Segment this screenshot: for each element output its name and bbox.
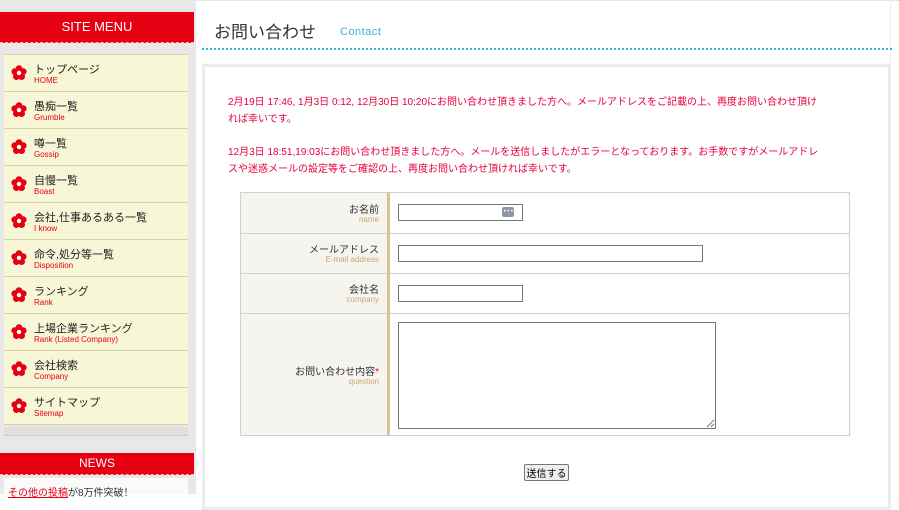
title-underline bbox=[202, 48, 892, 50]
sidebar: SITE MENU トップページ HOME 愚痴一覧 Grumble 噂一覧 Gossip… bbox=[0, 0, 196, 499]
question-label-cell: お問い合わせ内容* question bbox=[241, 314, 390, 435]
sidebar-item-label: トップページ bbox=[34, 64, 100, 76]
sidebar-item-label: ランキング bbox=[34, 286, 89, 298]
red-flower-icon bbox=[11, 213, 27, 228]
notice-2-line-1: 12月3日 18:51,19:03にお問い合わせ頂きました方へ。メールを送信しま… bbox=[228, 147, 819, 158]
question-label: お問い合わせ内容* bbox=[295, 363, 379, 378]
page-title: お問い合わせ bbox=[214, 23, 316, 42]
sidebar-item-label: 愚痴一覧 bbox=[34, 101, 78, 113]
sidebar-item-label: 自慢一覧 bbox=[34, 175, 78, 187]
email-input[interactable] bbox=[398, 245, 703, 262]
notice-2: 12月3日 18:51,19:03にお問い合わせ頂きました方へ。メールを送信しま… bbox=[228, 144, 818, 178]
autofill-key-icon[interactable] bbox=[502, 207, 514, 217]
red-flower-icon bbox=[11, 398, 27, 413]
sidebar-item-sublabel: Boast bbox=[34, 187, 55, 196]
notice-1-line-1: 2月19日 17:46, 1月3日 0:12, 12月30日 10:20にお問い… bbox=[228, 97, 818, 108]
company-input[interactable] bbox=[398, 285, 523, 302]
sidebar-item-label: 会社,仕事あるある一覧 bbox=[34, 212, 148, 224]
name-label: お名前 bbox=[349, 205, 379, 216]
email-label-cell: メールアドレス E-mail address bbox=[241, 234, 390, 273]
sidebar-item-sublabel: HOME bbox=[34, 76, 58, 85]
question-textarea[interactable] bbox=[398, 322, 716, 429]
sidebar-item-sitemap[interactable]: サイトマップ Sitemap bbox=[4, 388, 188, 425]
site-menu-list: トップページ HOME 愚痴一覧 Grumble 噂一覧 Gossip 自慢一覧 Boast 会… bbox=[4, 54, 188, 425]
notice-1-line-2: れば幸いです。 bbox=[228, 114, 297, 125]
sidebar-item-home[interactable]: トップページ HOME bbox=[4, 55, 188, 92]
sidebar-item-sublabel: Company bbox=[34, 372, 69, 381]
page-title-english: Contact bbox=[340, 26, 382, 38]
name-label-en: name bbox=[358, 215, 379, 224]
sidebar-item-sublabel: Rank (Listed Company) bbox=[34, 335, 119, 344]
red-flower-icon bbox=[11, 324, 27, 339]
question-label-en: question bbox=[348, 377, 379, 386]
sidebar-item-sublabel: I know bbox=[34, 224, 58, 233]
red-flower-icon bbox=[11, 287, 27, 302]
red-flower-icon bbox=[11, 250, 27, 265]
email-label: メールアドレス bbox=[309, 245, 379, 256]
sidebar-item-disposition[interactable]: 命令,処分等一覧 Disposition bbox=[4, 240, 188, 277]
red-flower-icon bbox=[11, 139, 27, 154]
sidebar-item-company[interactable]: 会社検索 Company bbox=[4, 351, 188, 388]
sidebar-item-sublabel: Grumble bbox=[34, 113, 65, 122]
sidebar-item-label: 会社検索 bbox=[34, 360, 78, 372]
sidebar-item-sublabel: Gossip bbox=[34, 150, 59, 159]
company-label: 会社名 bbox=[349, 285, 379, 296]
sidebar-item-rank-listed-company[interactable]: 上場企業ランキング Rank (Listed Company) bbox=[4, 314, 188, 351]
email-label-en: E-mail address bbox=[325, 255, 379, 264]
sidebar-item-sublabel: Rank bbox=[34, 298, 53, 307]
sidebar-item-grumble[interactable]: 愚痴一覧 Grumble bbox=[4, 92, 188, 129]
sidebar-item-sublabel: Disposition bbox=[34, 261, 74, 270]
sidebar-item-boast[interactable]: 自慢一覧 Boast bbox=[4, 166, 188, 203]
red-flower-icon bbox=[11, 361, 27, 376]
name-label-cell: お名前 name bbox=[241, 193, 390, 233]
red-flower-icon bbox=[11, 102, 27, 117]
notice-1: 2月19日 17:46, 1月3日 0:12, 12月30日 10:20にお問い… bbox=[228, 94, 817, 128]
submit-button[interactable]: 送信する bbox=[524, 464, 569, 481]
sidebar-item-i-know[interactable]: 会社,仕事あるある一覧 I know bbox=[4, 203, 188, 240]
sidebar-item-gossip[interactable]: 噂一覧 Gossip bbox=[4, 129, 188, 166]
company-label-en: company bbox=[346, 295, 379, 304]
sidebar-item-label: サイトマップ bbox=[34, 397, 100, 409]
news-item: その他の投稿が8万件突破！ bbox=[8, 484, 134, 499]
sidebar-item-sublabel: Sitemap bbox=[34, 409, 64, 418]
top-divider bbox=[196, 0, 899, 3]
news-heading: NEWS bbox=[0, 453, 194, 475]
notice-2-line-2: スや迷惑メールの設定等をご確認の上、再度お問い合わせ頂ければ幸いです。 bbox=[228, 164, 577, 175]
red-flower-icon bbox=[11, 176, 27, 191]
site-menu-heading: SITE MENU bbox=[0, 12, 194, 43]
sidebar-item-label: 上場企業ランキング bbox=[34, 323, 133, 335]
sidebar-item-label: 噂一覧 bbox=[34, 138, 67, 150]
red-flower-icon bbox=[11, 65, 27, 80]
sidebar-item-label: 命令,処分等一覧 bbox=[34, 249, 115, 261]
sidebar-item-rank[interactable]: ランキング Rank bbox=[4, 277, 188, 314]
company-label-cell: 会社名 company bbox=[241, 274, 390, 313]
menu-list-footer bbox=[4, 427, 188, 436]
